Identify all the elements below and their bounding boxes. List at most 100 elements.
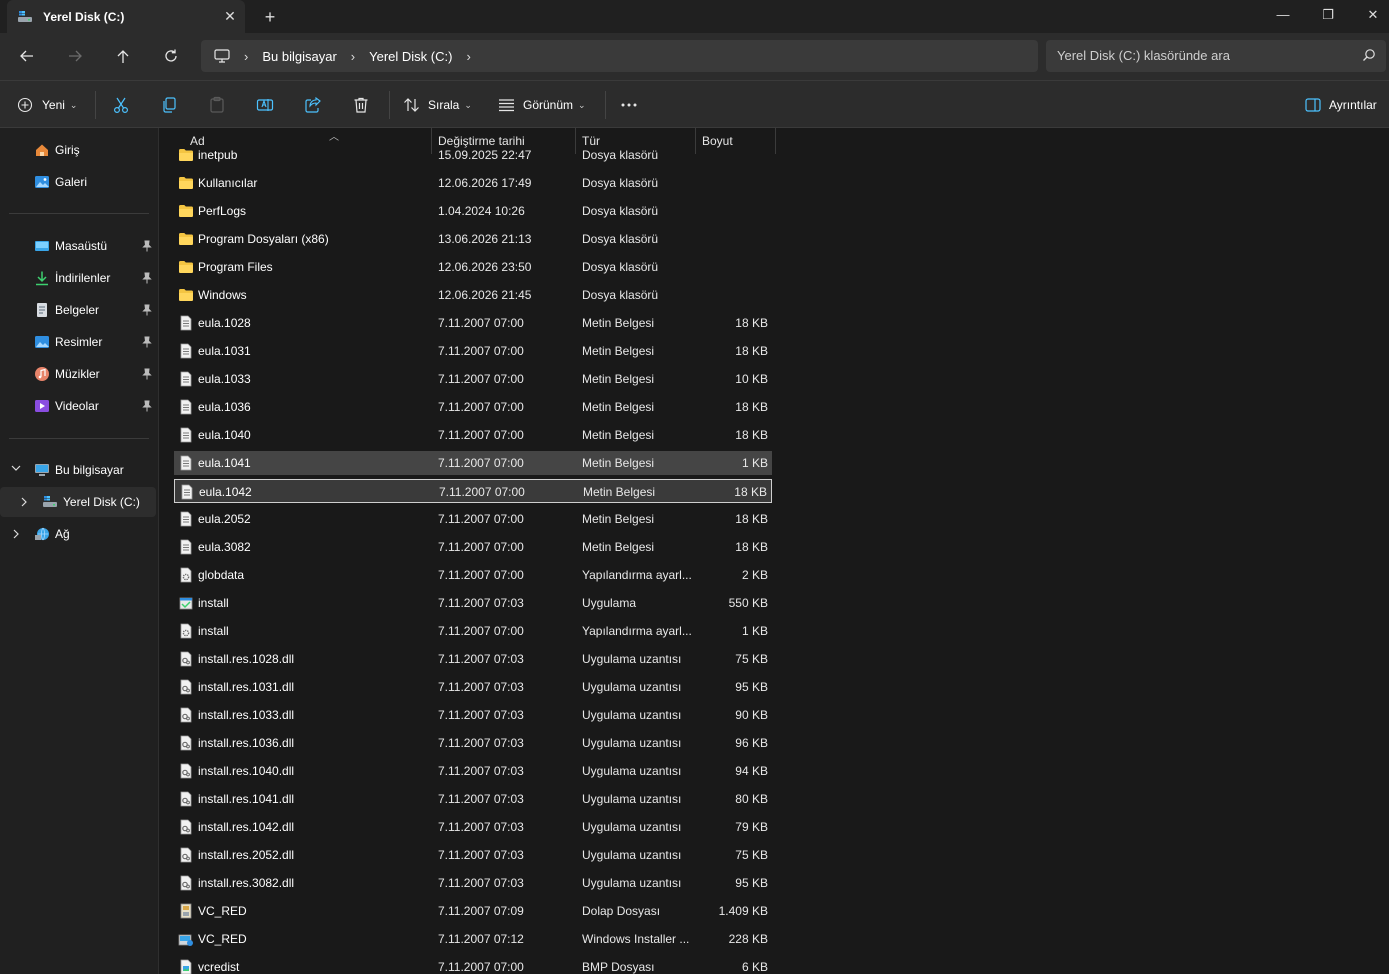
file-type: Dolap Dosyası: [582, 904, 661, 918]
file-type: Uygulama uzantısı: [582, 680, 682, 694]
file-type: Uygulama: [582, 596, 637, 610]
folder-row[interactable]: inetpub 15.09.2025 22:47 Dosya klasörü: [174, 143, 772, 167]
delete-button[interactable]: [352, 91, 370, 119]
file-row[interactable]: VC_RED 7.11.2007 07:12 Windows Installer .…: [174, 927, 772, 951]
file-row[interactable]: eula.1031 7.11.2007 07:00 Metin Belgesi 18 …: [174, 339, 772, 363]
new-tab-button[interactable]: +: [258, 6, 282, 28]
file-row[interactable]: eula.1041 7.11.2007 07:00 Metin Belgesi 1 K…: [174, 451, 772, 475]
breadcrumb-chevron-icon[interactable]: ›: [351, 49, 355, 64]
file-row[interactable]: eula.1028 7.11.2007 07:00 Metin Belgesi 18 …: [174, 311, 772, 335]
text-file-icon: [178, 455, 194, 471]
sidebar-item-home[interactable]: Giriş: [0, 135, 156, 165]
file-type: Uygulama uzantısı: [582, 652, 682, 666]
file-row[interactable]: eula.1040 7.11.2007 07:00 Metin Belgesi 18 …: [174, 423, 772, 447]
search-box[interactable]: [1046, 40, 1386, 72]
column-divider[interactable]: [775, 128, 776, 154]
file-size: 18 KB: [735, 540, 768, 554]
folder-row[interactable]: Kullanıcılar 12.06.2026 17:49 Dosya klasör…: [174, 171, 772, 195]
sidebar-item-network[interactable]: Ağ: [0, 519, 156, 549]
pin-icon[interactable]: [142, 304, 152, 316]
sidebar-item-this-pc[interactable]: Bu bilgisayar: [0, 455, 156, 485]
new-button[interactable]: Yeni ⌄: [17, 91, 77, 119]
share-icon: [305, 96, 321, 113]
file-date: 7.11.2007 07:00: [438, 400, 524, 414]
sort-button[interactable]: Sırala ⌄: [403, 91, 472, 119]
details-pane-button[interactable]: Ayrıntılar: [1305, 91, 1377, 119]
back-button[interactable]: [12, 43, 42, 69]
pin-icon[interactable]: [142, 240, 152, 252]
copy-button[interactable]: [160, 91, 178, 119]
sidebar-item-gallery[interactable]: Galeri: [0, 167, 156, 197]
paste-button[interactable]: [208, 91, 226, 119]
chevron-down-icon: ⌄: [578, 99, 586, 110]
sidebar-item-music[interactable]: Müzikler: [0, 359, 156, 389]
forward-button[interactable]: [60, 43, 90, 69]
search-icon[interactable]: [1362, 48, 1376, 62]
file-row[interactable]: vcredist 7.11.2007 07:00 BMP Dosyası 6 KB: [174, 955, 772, 974]
close-window-button[interactable]: ✕: [1350, 0, 1389, 30]
chevron-right-icon[interactable]: [19, 497, 29, 510]
pin-icon[interactable]: [142, 400, 152, 412]
file-row[interactable]: install.res.1031.dll 7.11.2007 07:03 Uygul…: [174, 675, 772, 699]
file-name: install.res.2052.dll: [198, 848, 295, 862]
cut-button[interactable]: [112, 91, 130, 119]
maximize-button[interactable]: ❐: [1305, 0, 1351, 30]
navigation-pane: Giriş Galeri Masaüstü İndirilenler Belge…: [0, 128, 159, 974]
search-input[interactable]: [1057, 48, 1347, 63]
file-size: 18 KB: [735, 428, 768, 442]
file-date: 7.11.2007 07:00: [438, 344, 524, 358]
tab-close-icon[interactable]: ✕: [215, 8, 245, 25]
file-name: vcredist: [198, 960, 240, 974]
sidebar-item-pictures[interactable]: Resimler: [0, 327, 156, 357]
file-row[interactable]: install.res.1036.dll 7.11.2007 07:03 Uygul…: [174, 731, 772, 755]
refresh-button[interactable]: [156, 43, 186, 69]
breadcrumb-this-pc[interactable]: Bu bilgisayar: [262, 49, 336, 64]
breadcrumb-chevron-icon[interactable]: ›: [244, 49, 248, 64]
file-row[interactable]: install 7.11.2007 07:00 Yapılandırma ayarl…: [174, 619, 772, 643]
rename-button[interactable]: [256, 91, 274, 119]
tab-local-disk[interactable]: Yerel Disk (C:) ✕: [7, 0, 245, 33]
file-row[interactable]: globdata 7.11.2007 07:00 Yapılandırma ayar…: [174, 563, 772, 587]
breadcrumb-local-disk[interactable]: Yerel Disk (C:): [369, 49, 452, 64]
file-date: 7.11.2007 07:00: [438, 456, 524, 470]
file-row[interactable]: eula.2052 7.11.2007 07:00 Metin Belgesi 18 …: [174, 507, 772, 531]
sidebar-item-documents[interactable]: Belgeler: [0, 295, 156, 325]
file-row[interactable]: eula.1042 7.11.2007 07:00 Metin Belgesi 18 …: [174, 479, 772, 503]
pin-icon[interactable]: [142, 272, 152, 284]
file-date: 7.11.2007 07:00: [438, 624, 524, 638]
file-row[interactable]: eula.3082 7.11.2007 07:00 Metin Belgesi 18 …: [174, 535, 772, 559]
sidebar-item-videos[interactable]: Videolar: [0, 391, 156, 421]
sidebar-item-desktop[interactable]: Masaüstü: [0, 231, 156, 261]
file-row[interactable]: install.res.1028.dll 7.11.2007 07:03 Uygul…: [174, 647, 772, 671]
rename-icon: [256, 99, 274, 111]
breadcrumb[interactable]: › Bu bilgisayar › Yerel Disk (C:) ›: [201, 40, 1038, 72]
file-row[interactable]: install 7.11.2007 07:03 Uygulama 550 KB: [174, 591, 772, 615]
file-name: Program Dosyaları (x86): [198, 232, 329, 246]
file-row[interactable]: VC_RED 7.11.2007 07:09 Dolap Dosyası 1.409 …: [174, 899, 772, 923]
minimize-button[interactable]: —: [1260, 0, 1306, 30]
share-button[interactable]: [304, 91, 322, 119]
pin-icon[interactable]: [142, 336, 152, 348]
file-row[interactable]: install.res.3082.dll 7.11.2007 07:03 Uygul…: [174, 871, 772, 895]
more-options-button[interactable]: [620, 91, 638, 119]
pin-icon[interactable]: [142, 368, 152, 380]
folder-row[interactable]: Windows 12.06.2026 21:45 Dosya klasörü: [174, 283, 772, 307]
file-name: install.res.1040.dll: [198, 764, 295, 778]
file-row[interactable]: install.res.1041.dll 7.11.2007 07:03 Uygul…: [174, 787, 772, 811]
up-arrow-icon: [117, 50, 129, 63]
sidebar-item-downloads[interactable]: İndirilenler: [0, 263, 156, 293]
file-row[interactable]: install.res.1040.dll 7.11.2007 07:03 Uygul…: [174, 759, 772, 783]
list-view-icon: [499, 99, 514, 112]
folder-row[interactable]: PerfLogs 1.04.2024 10:26 Dosya klasörü: [174, 199, 772, 223]
file-row[interactable]: eula.1033 7.11.2007 07:00 Metin Belgesi 10 …: [174, 367, 772, 391]
folder-row[interactable]: Program Files 12.06.2026 23:50 Dosya klasö…: [174, 255, 772, 279]
file-row[interactable]: eula.1036 7.11.2007 07:00 Metin Belgesi 18 …: [174, 395, 772, 419]
file-row[interactable]: install.res.2052.dll 7.11.2007 07:03 Uygul…: [174, 843, 772, 867]
up-button[interactable]: [108, 43, 138, 69]
breadcrumb-chevron-icon[interactable]: ›: [466, 49, 470, 64]
file-row[interactable]: install.res.1042.dll 7.11.2007 07:03 Uygul…: [174, 815, 772, 839]
file-row[interactable]: install.res.1033.dll 7.11.2007 07:03 Uygul…: [174, 703, 772, 727]
folder-row[interactable]: Program Dosyaları (x86) 13.06.2026 21:13 D…: [174, 227, 772, 251]
view-button[interactable]: Görünüm ⌄: [498, 91, 586, 119]
chevron-down-icon: ⌄: [69, 99, 78, 110]
